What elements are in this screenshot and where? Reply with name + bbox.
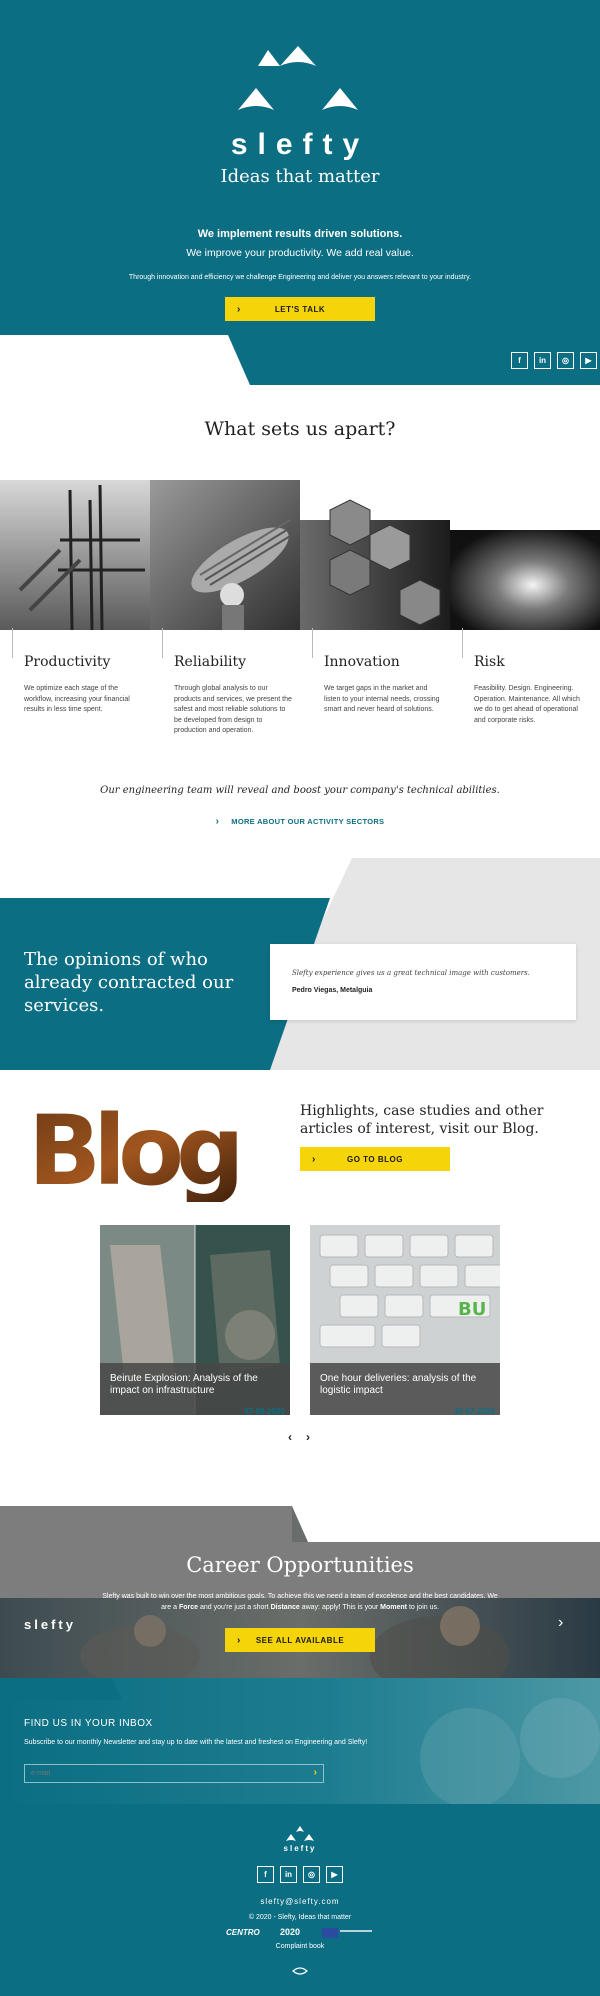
- newsletter-body: Subscribe to our monthly Newsletter and …: [24, 1739, 368, 1746]
- blog-card-date: 30-07-2020: [454, 1407, 495, 1416]
- hero-section: slefty Ideas that matter We implement re…: [0, 0, 600, 385]
- footer-email-link[interactable]: slefty@slefty.com: [0, 1897, 600, 1906]
- footer-copyright: © 2020 - Slefty, Ideas that matter: [248, 1914, 352, 1921]
- features-images: [0, 480, 600, 630]
- go-to-blog-label: GO TO BLOG: [347, 1154, 403, 1164]
- feature-desc-risk: Feasibility. Design. Engineering. Operat…: [474, 685, 580, 724]
- blog-card-date: 07-08-2020: [244, 1407, 285, 1416]
- instagram-icon[interactable]: ◎: [557, 352, 574, 369]
- career-brand: slefty: [24, 1617, 76, 1632]
- submit-arrow-icon[interactable]: ›: [314, 1767, 317, 1778]
- instagram-icon[interactable]: ◎: [303, 1866, 320, 1883]
- hero-tagline: Ideas that matter: [220, 166, 380, 187]
- feature-title-reliability: Reliability: [174, 654, 247, 670]
- hero-body: Through innovation and efficiency we cha…: [128, 274, 472, 281]
- eu-flag-icon: [322, 1928, 338, 1938]
- see-all-available-label: SEE ALL AVAILABLE: [255, 1635, 345, 1645]
- feature-divider: [312, 628, 313, 658]
- testimonial-author: Pedro Viegas, Metalguia: [292, 987, 373, 994]
- feature-desc-productivity: We optimize each stage of the workflow, …: [24, 685, 130, 713]
- facebook-icon[interactable]: f: [511, 352, 528, 369]
- chevron-right-icon: ›: [237, 1634, 241, 1646]
- see-all-available-button[interactable]: › SEE ALL AVAILABLE: [225, 1628, 375, 1652]
- feature-desc-innovation: We target gaps in the market and listen …: [324, 685, 440, 713]
- email-input[interactable]: [25, 1765, 295, 1782]
- chevron-right-icon: ›: [237, 303, 241, 315]
- footer: slefty f in ◎ ▶ slefty@slefty.com © 2020…: [0, 1804, 600, 1996]
- career-next-icon[interactable]: ›: [558, 1614, 563, 1632]
- career-body: Slefty was built to win over the most am…: [102, 1593, 498, 1611]
- newsletter-title: FIND US IN YOUR INBOX: [24, 1718, 153, 1729]
- svg-text:BU: BU: [458, 1299, 486, 1320]
- blog-card-beirute[interactable]: Beirute Explosion: Analysis of the impac…: [100, 1225, 290, 1415]
- testimonial-card: Slefty experience gives us a great techn…: [270, 944, 576, 1020]
- blog-headline: Highlights, case studies and other artic…: [300, 1103, 544, 1137]
- footer-brand: slefty: [283, 1844, 317, 1853]
- portugal-2020-logo: 2020: [280, 1927, 301, 1937]
- centro-logo: CENTRO: [226, 1928, 260, 1937]
- eu-fund-logo: [340, 1930, 372, 1932]
- activity-sectors-link[interactable]: › MORE ABOUT OUR ACTIVITY SECTORS: [0, 816, 600, 827]
- blog-logo: Blog: [28, 1095, 245, 1202]
- complaint-book-icon[interactable]: [292, 1966, 308, 1976]
- feature-title-risk: Risk: [474, 654, 505, 670]
- testimonial-quote: Slefty experience gives us a great techn…: [292, 969, 530, 977]
- linkedin-icon[interactable]: in: [280, 1866, 297, 1883]
- apart-title: What sets us apart?: [204, 418, 396, 440]
- hero-subheadline: We improve your productivity. We add rea…: [186, 247, 414, 259]
- lets-talk-button[interactable]: › LET'S TALK: [225, 297, 375, 321]
- carousel-next-icon[interactable]: ›: [306, 1430, 310, 1444]
- lets-talk-label: LET'S TALK: [274, 304, 326, 314]
- feature-divider: [12, 628, 13, 658]
- chevron-right-icon: ›: [312, 1153, 316, 1165]
- complaint-book-link[interactable]: Complaint book: [0, 1943, 600, 1950]
- youtube-icon[interactable]: ▶: [326, 1866, 343, 1883]
- feature-desc-reliability: Through global analysis to our products …: [174, 685, 292, 734]
- opinions-title: The opinions of who already contracted o…: [24, 949, 234, 1016]
- footer-logo-icon: [286, 1826, 314, 1841]
- hero-diagonal-cut: [0, 335, 250, 385]
- linkedin-icon[interactable]: in: [534, 352, 551, 369]
- carousel-prev-icon[interactable]: ‹: [288, 1430, 292, 1444]
- slefty-logo-icon: [238, 46, 358, 110]
- go-to-blog-button[interactable]: › GO TO BLOG: [300, 1147, 450, 1171]
- hero-headline: We implement results driven solutions.: [197, 228, 403, 240]
- career-title: Career Opportunities: [186, 1553, 414, 1577]
- facebook-icon[interactable]: f: [257, 1866, 274, 1883]
- feature-title-productivity: Productivity: [24, 654, 111, 670]
- youtube-icon[interactable]: ▶: [580, 352, 597, 369]
- blog-card-deliveries[interactable]: BU One hour deliveries: analysis of the …: [310, 1225, 500, 1415]
- apart-statement: Our engineering team will reveal and boo…: [100, 785, 500, 796]
- feature-divider: [462, 628, 463, 658]
- feature-title-innovation: Innovation: [324, 654, 400, 670]
- chevron-right-icon: ›: [215, 816, 220, 827]
- newsletter-email-field[interactable]: ›: [24, 1764, 324, 1783]
- hero-brand: slefty: [230, 128, 370, 161]
- feature-divider: [162, 628, 163, 658]
